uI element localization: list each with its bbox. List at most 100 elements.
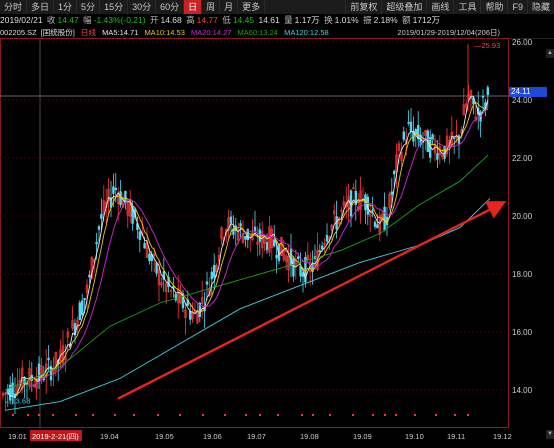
candle-body [452,137,456,139]
candle-body [371,209,374,212]
candle-body [83,297,86,301]
candle-body [486,87,489,95]
candle-body [138,231,141,240]
candle-body [275,254,278,259]
amp-label: 振 [363,15,372,25]
candle-body [409,121,413,132]
candle-body [265,242,269,251]
candle-body [174,293,177,301]
menu-item-5[interactable]: F9 [507,0,527,14]
tab-9[interactable]: 月 [220,0,239,14]
scroll-down-icon[interactable]: ▼ [546,430,554,439]
x-tick-label: 19.09 [353,432,372,441]
tab-8[interactable]: 周 [202,0,221,14]
kline-chart[interactable]: 26.00 24.00 22.00 20.00 18.00 16.00 14.00 19.01… [0,38,554,448]
event-marker [301,414,303,416]
x-tick-label: 19.01 [8,432,27,441]
max-price-label: —25.93 [474,41,500,50]
tab-1[interactable]: 多日 [27,0,55,14]
candle-body [239,223,242,227]
candle-body [296,256,300,260]
prev-value: 14.61 [258,15,280,25]
event-marker [133,414,135,416]
y-tick-label: 16.00 [512,328,533,337]
candle-body [292,257,295,277]
candle-body [320,245,324,250]
current-price-tag: 24.11 [509,87,547,97]
y-tick-label: 24.00 [512,96,533,105]
scroll-up-icon[interactable]: ▲ [546,49,554,58]
change-value: -1.43%(-0.21) [93,15,146,25]
event-marker [454,414,456,416]
candle-body [229,216,233,223]
event-marker [38,414,40,416]
tab-6[interactable]: 60分 [156,0,185,14]
menu-item-2[interactable]: 画线 [426,0,453,14]
tab-7[interactable]: 日 [184,0,203,14]
ma5-label: MA5:14.71 [102,28,139,37]
x-tick-label: 19.05 [155,432,174,441]
tab-10[interactable]: 更多 [238,0,266,14]
tab-5[interactable]: 30分 [128,0,157,14]
menu-item-0[interactable]: 前复权 [345,0,381,14]
candle-body [258,229,261,242]
ma120-label: MA120:12.58 [284,28,329,37]
low-value: 14.45 [232,15,255,25]
quote-bar: 2019/02/21 收 14.47 幅 -1.43%(-0.21) 开 14.68 … [0,14,554,27]
ma10-label: MA10:14.53 [144,28,185,37]
event-marker [12,414,14,416]
tab-4[interactable]: 15分 [100,0,129,14]
menu-item-4[interactable]: 帮助 [480,0,507,14]
candle-body [414,129,417,135]
high-value: 14.77 [196,15,218,25]
event-marker [395,414,397,416]
candle-body [11,382,14,397]
turnover-label: 换 [324,15,333,25]
event-marker [75,414,77,416]
event-marker [435,414,437,416]
candle-body [148,253,151,261]
x-tick-label: 19.12 [493,432,512,441]
y-tick-label: 26.00 [512,38,533,47]
menu-item-1[interactable]: 超级叠加 [381,0,426,14]
event-marker [179,414,181,416]
close-label: 收 [46,15,56,25]
candle-body [325,234,329,242]
candle-body [95,241,98,245]
candle-body [318,250,321,253]
menu-item-6[interactable]: 隐藏 [526,0,554,14]
candle-body [189,310,192,320]
y-tick-label: 22.00 [512,154,533,163]
open-label: 开 [149,15,159,25]
x-tick-label: 19.08 [300,432,319,441]
tab-3[interactable]: 5分 [77,0,101,14]
period-label: 日线 [80,28,96,37]
y-tick-label: 20.00 [512,212,533,221]
candle-body [205,281,209,285]
x-tick-label: 19.06 [203,432,222,441]
close-value: 14.47 [57,15,79,25]
candle-body [402,131,405,140]
open-value: 14.68 [160,15,182,25]
high-label: 高 [186,15,195,25]
event-marker [224,414,226,416]
tab-0[interactable]: 分时 [0,0,28,14]
candle-body [119,191,122,206]
candle-body [373,221,377,227]
amount-label: 额 [402,15,411,25]
y-tick-label: 18.00 [512,270,533,279]
candle-body [155,262,158,274]
x-tick-label: 19.04 [100,432,119,441]
candle-body [376,224,379,229]
event-marker [245,414,247,416]
event-marker [277,414,279,416]
candle-body [47,357,50,361]
y-tick-label: 14.00 [512,386,533,395]
candle-body [97,226,101,230]
menu-item-3[interactable]: 工具 [453,0,480,14]
selected-date-label: 2019-2-21(四) [32,432,79,441]
tab-2[interactable]: 1分 [54,0,78,14]
candle-body [213,265,216,278]
candle-body [210,271,213,280]
change-label: 幅 [83,15,92,25]
